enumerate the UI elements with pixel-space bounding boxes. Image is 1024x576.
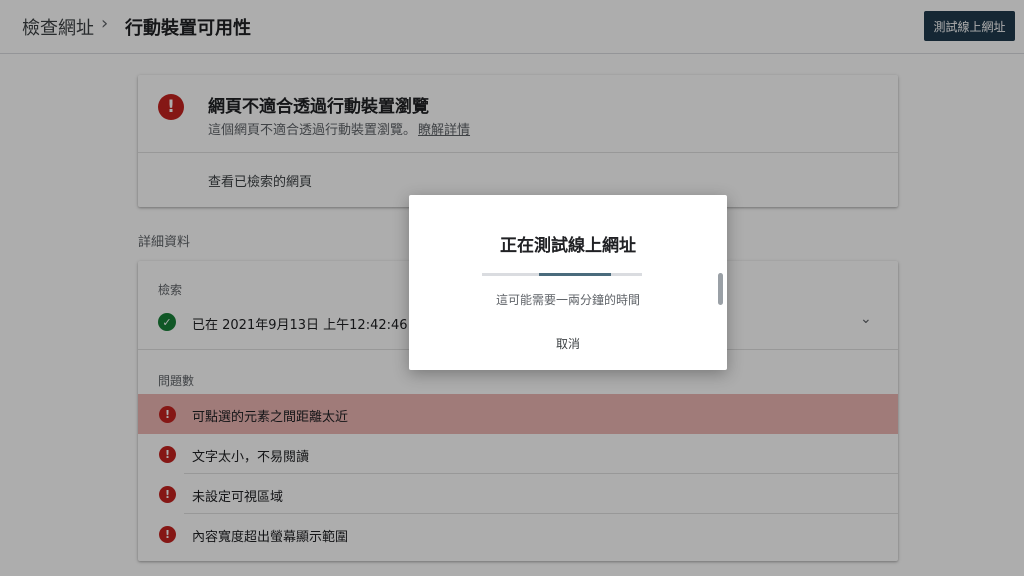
scrollbar[interactable] — [718, 273, 723, 305]
cancel-button[interactable]: 取消 — [541, 333, 595, 353]
testing-dialog: 正在測試線上網址 這可能需要一兩分鐘的時間 取消 — [409, 195, 727, 370]
dialog-title: 正在測試線上網址 — [500, 236, 636, 256]
progress-indicator — [539, 273, 611, 276]
dialog-message: 這可能需要一兩分鐘的時間 — [495, 293, 640, 307]
progress-bar — [482, 273, 642, 276]
